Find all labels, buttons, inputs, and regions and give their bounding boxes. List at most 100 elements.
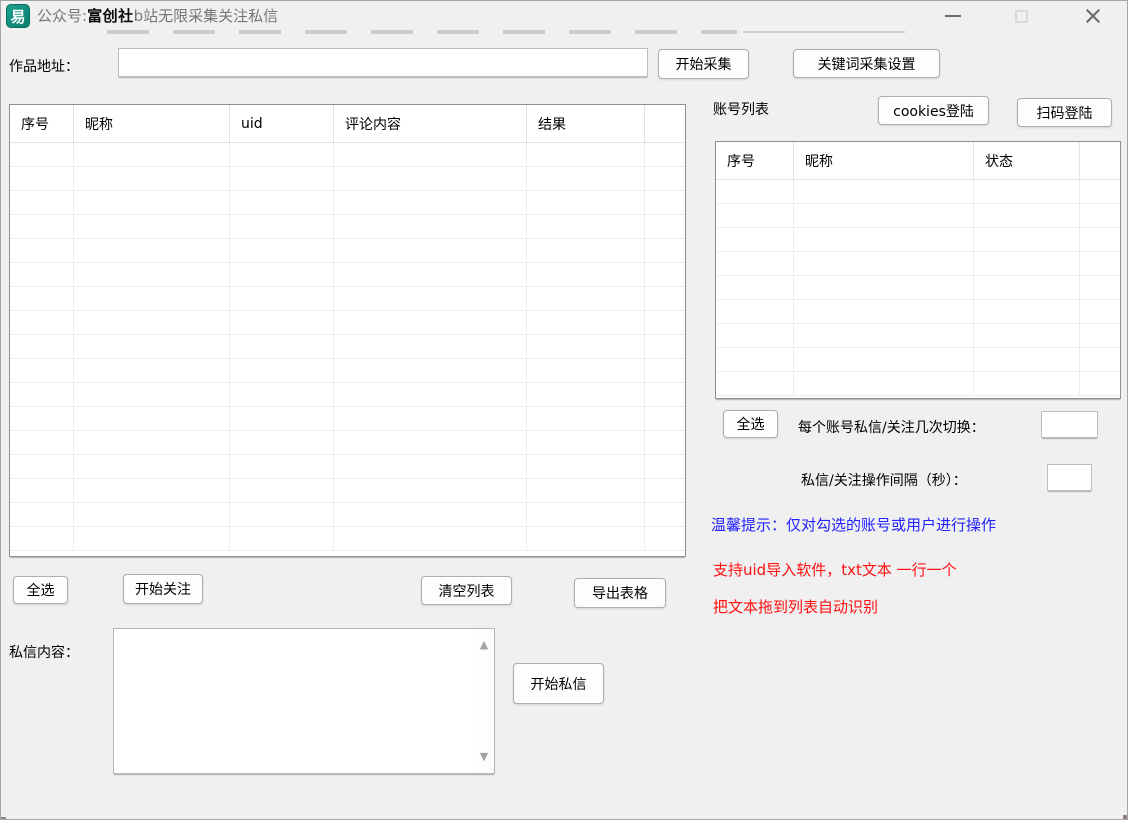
start-follow-button[interactable]: 开始关注 xyxy=(123,574,203,604)
clear-list-button[interactable]: 清空列表 xyxy=(421,576,512,605)
accounts-table[interactable]: 序号 昵称 状态 xyxy=(715,141,1121,399)
table-cell xyxy=(645,383,685,406)
table-row[interactable] xyxy=(716,324,1120,348)
table-cell xyxy=(1080,324,1120,347)
table-row[interactable] xyxy=(716,276,1120,300)
table-row[interactable] xyxy=(10,527,685,551)
scroll-down-icon[interactable]: ▼ xyxy=(474,750,494,764)
switch-count-input[interactable] xyxy=(1041,411,1098,438)
table-cell xyxy=(334,263,527,286)
table-row[interactable] xyxy=(10,287,685,311)
table-cell xyxy=(1080,228,1120,251)
table-cell xyxy=(230,311,334,334)
table-row[interactable] xyxy=(716,348,1120,372)
table-row[interactable] xyxy=(10,383,685,407)
table-cell xyxy=(10,311,74,334)
corner-artifact-right xyxy=(1123,815,1128,820)
table-row[interactable] xyxy=(716,228,1120,252)
table-cell xyxy=(10,479,74,502)
title-prefix: 公众号: xyxy=(37,7,87,25)
table-cell xyxy=(230,239,334,262)
start-message-button[interactable]: 开始私信 xyxy=(513,663,604,704)
table-cell xyxy=(716,252,794,275)
message-content-label: 私信内容： xyxy=(9,642,79,662)
table-cell xyxy=(645,431,685,454)
table-cell xyxy=(974,204,1080,227)
table-row[interactable] xyxy=(10,407,685,431)
table-row[interactable] xyxy=(10,239,685,263)
column-header-nickname[interactable]: 昵称 xyxy=(794,142,974,179)
table-cell xyxy=(10,455,74,478)
export-table-button[interactable]: 导出表格 xyxy=(574,578,666,608)
column-header-index[interactable]: 序号 xyxy=(10,105,74,142)
table-row[interactable] xyxy=(10,263,685,287)
table-row[interactable] xyxy=(716,204,1120,228)
table-cell xyxy=(794,204,974,227)
table-cell xyxy=(974,252,1080,275)
minimize-button[interactable] xyxy=(921,1,985,31)
accounts-select-all-button[interactable]: 全选 xyxy=(723,410,778,438)
cookies-login-button[interactable]: cookies登陆 xyxy=(878,96,989,125)
table-row[interactable] xyxy=(10,215,685,239)
table-row[interactable] xyxy=(10,503,685,527)
table-row[interactable] xyxy=(10,455,685,479)
table-row[interactable] xyxy=(716,180,1120,204)
table-cell xyxy=(527,287,645,310)
table-row[interactable] xyxy=(10,311,685,335)
table-row[interactable] xyxy=(10,335,685,359)
column-header-filler xyxy=(645,105,685,142)
column-header-result[interactable]: 结果 xyxy=(527,105,645,142)
comments-select-all-button[interactable]: 全选 xyxy=(13,576,68,604)
close-button[interactable] xyxy=(1057,1,1128,31)
message-content-input[interactable] xyxy=(114,629,474,773)
table-cell xyxy=(527,335,645,358)
message-scrollbar[interactable]: ▲ ▼ xyxy=(474,629,494,773)
column-header-comment[interactable]: 评论内容 xyxy=(334,105,527,142)
switch-count-label: 每个账号私信/关注几次切换： xyxy=(798,417,985,437)
table-cell xyxy=(334,239,527,262)
table-row[interactable] xyxy=(10,191,685,215)
table-row[interactable] xyxy=(716,372,1120,396)
table-cell xyxy=(334,479,527,502)
column-header-nickname[interactable]: 昵称 xyxy=(74,105,230,142)
app-logo-icon: 易 xyxy=(6,4,30,28)
maximize-button[interactable] xyxy=(985,1,1057,31)
column-header-filler xyxy=(1080,142,1120,179)
table-cell xyxy=(1080,204,1120,227)
table-cell xyxy=(974,276,1080,299)
table-row[interactable] xyxy=(10,359,685,383)
table-cell xyxy=(974,300,1080,323)
message-content-box: ▲ ▼ xyxy=(113,628,495,774)
table-cell xyxy=(74,479,230,502)
table-cell xyxy=(334,383,527,406)
column-header-status[interactable]: 状态 xyxy=(974,142,1080,179)
table-row[interactable] xyxy=(716,300,1120,324)
app-window: 易 公众号:富创社b站无限采集关注私信 作品地址： 开始采集 关键词采集设置 序… xyxy=(0,0,1128,820)
table-row[interactable] xyxy=(10,431,685,455)
maximize-icon xyxy=(1015,10,1028,23)
table-cell xyxy=(74,239,230,262)
table-cell xyxy=(74,527,230,550)
column-header-index[interactable]: 序号 xyxy=(716,142,794,179)
table-cell xyxy=(334,503,527,526)
table-cell xyxy=(645,239,685,262)
interval-input[interactable] xyxy=(1047,464,1092,491)
table-cell xyxy=(645,143,685,166)
table-cell xyxy=(1080,180,1120,203)
column-header-uid[interactable]: uid xyxy=(230,105,334,142)
comments-table[interactable]: 序号 昵称 uid 评论内容 结果 xyxy=(9,104,686,557)
start-collect-button[interactable]: 开始采集 xyxy=(658,49,749,79)
scroll-up-icon[interactable]: ▲ xyxy=(474,638,494,652)
tip-red-text-1: 支持uid导入软件，txt文本 一行一个 xyxy=(713,559,957,580)
table-cell xyxy=(230,527,334,550)
table-row[interactable] xyxy=(10,167,685,191)
table-row[interactable] xyxy=(716,252,1120,276)
table-row[interactable] xyxy=(10,479,685,503)
table-cell xyxy=(230,503,334,526)
keyword-collect-settings-button[interactable]: 关键词采集设置 xyxy=(793,49,940,78)
table-row[interactable] xyxy=(10,143,685,167)
qr-login-button[interactable]: 扫码登陆 xyxy=(1017,98,1112,127)
work-url-input[interactable] xyxy=(118,48,648,77)
comments-table-body[interactable] xyxy=(10,143,685,556)
accounts-table-body[interactable] xyxy=(716,180,1120,398)
